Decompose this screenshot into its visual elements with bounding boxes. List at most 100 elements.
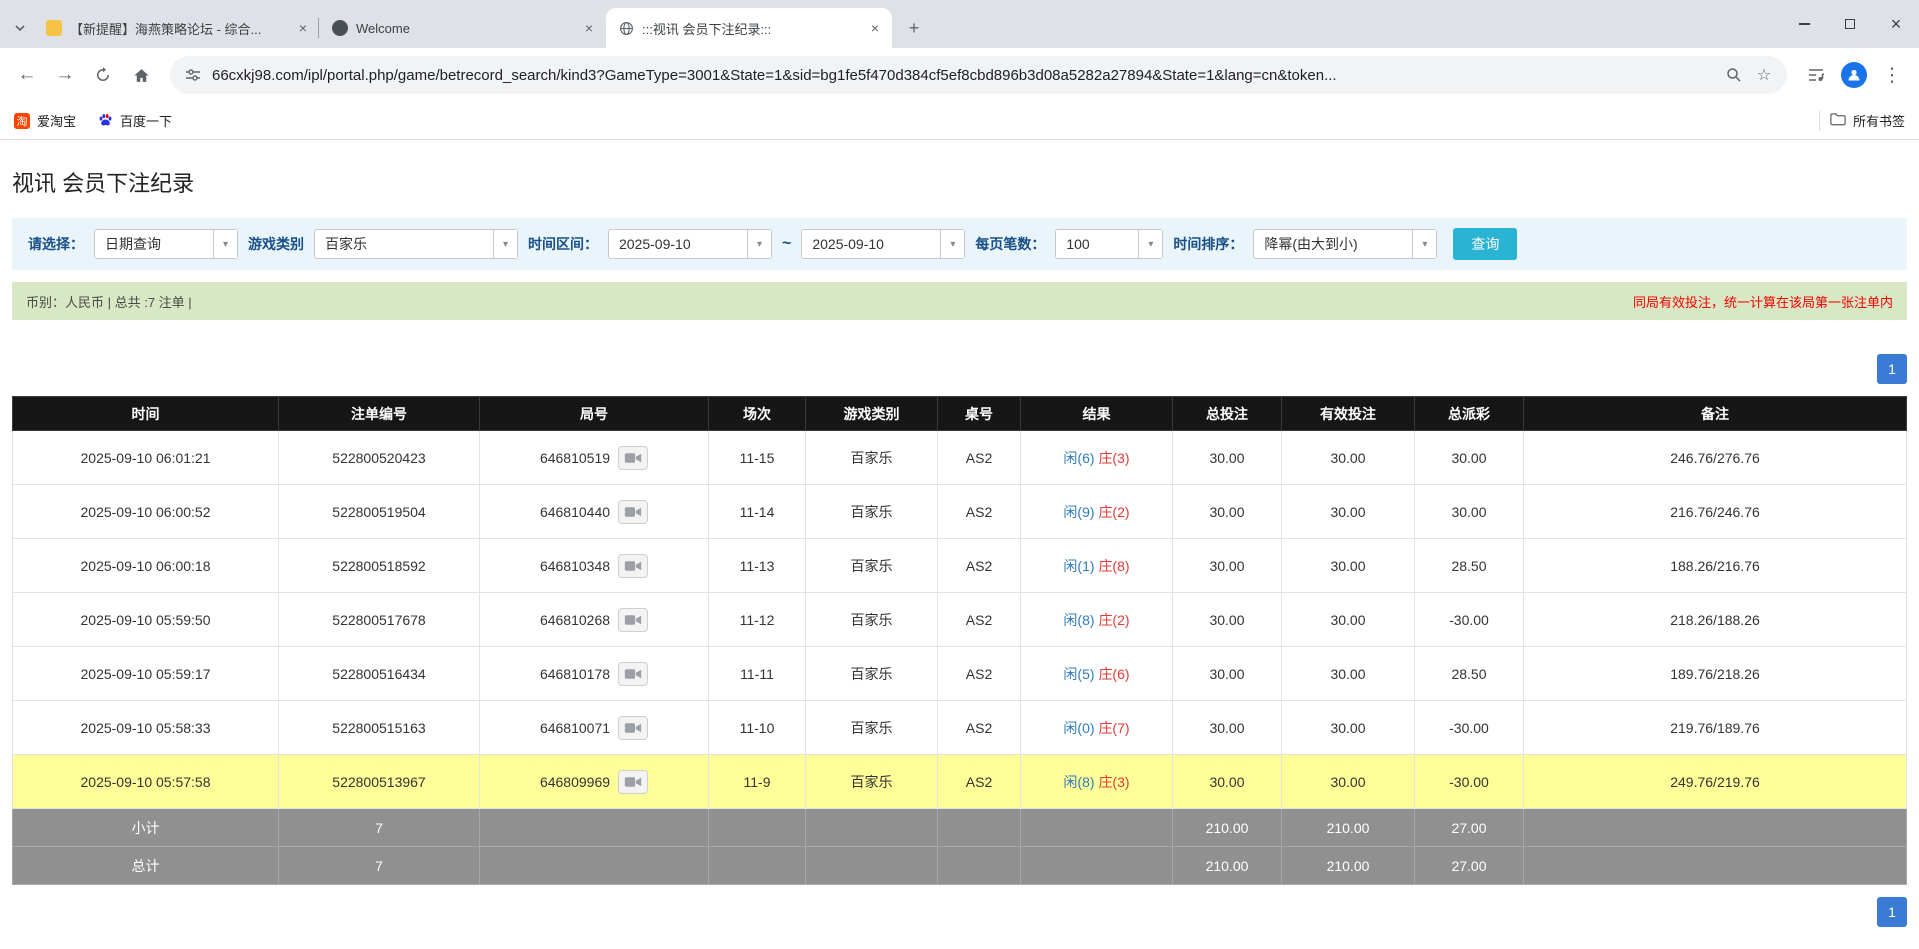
- total-payout: 27.00: [1415, 847, 1524, 885]
- tab-close-icon[interactable]: ×: [580, 19, 598, 37]
- close-button[interactable]: ×: [1873, 0, 1919, 48]
- chevron-down-icon[interactable]: ▾: [1412, 230, 1436, 258]
- replay-button[interactable]: [618, 662, 648, 686]
- subtotal-payout: 27.00: [1415, 809, 1524, 847]
- col-header: 局号: [480, 397, 709, 431]
- round-number: 646810519: [540, 450, 610, 466]
- cell-round: 646810348: [480, 539, 709, 593]
- cell-valid-bet: 30.00: [1282, 701, 1415, 755]
- table-row-highlighted[interactable]: 2025-09-10 05:57:58 522800513967 6468099…: [13, 755, 1907, 809]
- replay-button[interactable]: [618, 770, 648, 794]
- video-replay-icon: [624, 668, 642, 680]
- sort-select[interactable]: 降幂(由大到小) ▾: [1253, 229, 1437, 259]
- profile-avatar[interactable]: [1837, 58, 1871, 92]
- media-controls-icon[interactable]: [1799, 58, 1833, 92]
- chevron-down-icon[interactable]: ▾: [940, 230, 964, 258]
- tab-close-icon[interactable]: ×: [866, 19, 884, 37]
- tab-forum[interactable]: 【新提醒】海燕策略论坛 - 综合... ×: [34, 8, 320, 48]
- video-replay-icon: [624, 506, 642, 518]
- game-type-select[interactable]: 百家乐 ▾: [314, 229, 518, 259]
- tab-welcome[interactable]: Welcome ×: [320, 8, 606, 48]
- table-row[interactable]: 2025-09-10 05:59:50 522800517678 6468102…: [13, 593, 1907, 647]
- cell-time: 2025-09-10 05:57:58: [13, 755, 279, 809]
- cell-result: 闲(1) 庄(8): [1021, 539, 1173, 593]
- query-type-select[interactable]: 日期查询 ▾: [94, 229, 238, 259]
- per-page-select[interactable]: 100 ▾: [1055, 229, 1163, 259]
- cell-total-bet[interactable]: 30.00: [1173, 755, 1282, 809]
- page-1-button[interactable]: 1: [1877, 897, 1907, 927]
- refresh-button[interactable]: [86, 58, 120, 92]
- result-player: 闲(9): [1063, 504, 1094, 520]
- cell-valid-bet: 30.00: [1282, 431, 1415, 485]
- home-button[interactable]: [124, 58, 158, 92]
- maximize-button[interactable]: [1827, 0, 1873, 48]
- replay-button[interactable]: [618, 608, 648, 632]
- cell-note: 249.76/219.76: [1524, 755, 1907, 809]
- minimize-button[interactable]: [1781, 0, 1827, 48]
- cell-game: 百家乐: [806, 593, 938, 647]
- per-page-value: 100: [1056, 230, 1138, 258]
- page-1-button[interactable]: 1: [1877, 354, 1907, 384]
- chevron-down-icon[interactable]: ▾: [747, 230, 771, 258]
- tab-title: :::视讯 会员下注纪录:::: [642, 19, 858, 38]
- cell-table: AS2: [938, 701, 1021, 755]
- cell-total-bet[interactable]: 30.00: [1173, 647, 1282, 701]
- bookmark-aitaobao[interactable]: 淘 爱淘宝: [14, 111, 76, 130]
- replay-button[interactable]: [618, 554, 648, 578]
- replay-button[interactable]: [618, 716, 648, 740]
- tab-close-icon[interactable]: ×: [294, 19, 312, 37]
- date-start-select[interactable]: 2025-09-10 ▾: [608, 229, 772, 259]
- url-text[interactable]: 66cxkj98.com/ipl/portal.php/game/betreco…: [212, 67, 1715, 84]
- cell-total-bet[interactable]: 30.00: [1173, 431, 1282, 485]
- cell-total-bet[interactable]: 30.00: [1173, 701, 1282, 755]
- zoom-icon[interactable]: [1723, 64, 1745, 86]
- subtotal-count: 7: [279, 809, 480, 847]
- video-replay-icon: [624, 722, 642, 734]
- tab-list-chevron-icon[interactable]: [6, 8, 34, 48]
- chevron-down-icon[interactable]: ▾: [213, 230, 237, 258]
- sort-label: 时间排序：: [1173, 234, 1243, 254]
- table-row[interactable]: 2025-09-10 06:00:52 522800519504 6468104…: [13, 485, 1907, 539]
- all-bookmarks-button[interactable]: 所有书签: [1830, 111, 1905, 130]
- table-row[interactable]: 2025-09-10 05:59:17 522800516434 6468101…: [13, 647, 1907, 701]
- total-total-bet: 210.00: [1173, 847, 1282, 885]
- chevron-down-icon[interactable]: ▾: [493, 230, 517, 258]
- url-bar[interactable]: 66cxkj98.com/ipl/portal.php/game/betreco…: [170, 56, 1787, 94]
- cell-table: AS2: [938, 431, 1021, 485]
- cell-total-bet[interactable]: 30.00: [1173, 593, 1282, 647]
- tab-strip: 【新提醒】海燕策略论坛 - 综合... × Welcome × :::视讯 会员…: [0, 0, 1919, 48]
- bookmark-star-icon[interactable]: ☆: [1753, 64, 1775, 86]
- new-tab-button[interactable]: +: [900, 14, 928, 42]
- per-page-label: 每页笔数：: [975, 234, 1045, 254]
- cell-total-bet[interactable]: 30.00: [1173, 539, 1282, 593]
- cell-payout: 30.00: [1415, 431, 1524, 485]
- all-bookmarks-label: 所有书签: [1853, 111, 1905, 130]
- site-info-icon[interactable]: [182, 64, 204, 86]
- menu-kebab-icon[interactable]: ⋮: [1875, 58, 1909, 92]
- cell-table: AS2: [938, 647, 1021, 701]
- bookmark-baidu[interactable]: 百度一下: [98, 111, 172, 130]
- table-row[interactable]: 2025-09-10 06:00:18 522800518592 6468103…: [13, 539, 1907, 593]
- subtotal-row: 小计 7 210.00 210.00 27.00: [13, 809, 1907, 847]
- table-row[interactable]: 2025-09-10 05:58:33 522800515163 6468100…: [13, 701, 1907, 755]
- table-row[interactable]: 2025-09-10 06:01:21 522800520423 6468105…: [13, 431, 1907, 485]
- replay-button[interactable]: [618, 500, 648, 524]
- cell-valid-bet: 30.00: [1282, 647, 1415, 701]
- cell-round: 646810519: [480, 431, 709, 485]
- cell-session: 11-15: [709, 431, 806, 485]
- search-button[interactable]: 查询: [1453, 228, 1517, 260]
- cell-time: 2025-09-10 06:00:18: [13, 539, 279, 593]
- date-end-select[interactable]: 2025-09-10 ▾: [801, 229, 965, 259]
- cell-time: 2025-09-10 06:01:21: [13, 431, 279, 485]
- back-button[interactable]: ←: [10, 58, 44, 92]
- replay-button[interactable]: [618, 446, 648, 470]
- tab-betrecord[interactable]: :::视讯 会员下注纪录::: ×: [606, 8, 892, 48]
- cell-payout: 30.00: [1415, 485, 1524, 539]
- result-banker: 庄(3): [1098, 774, 1129, 790]
- cell-bet-no: 522800518592: [279, 539, 480, 593]
- chevron-down-icon[interactable]: ▾: [1138, 230, 1162, 258]
- forward-button[interactable]: →: [48, 58, 82, 92]
- cell-total-bet[interactable]: 30.00: [1173, 485, 1282, 539]
- range-separator: ~: [782, 235, 791, 253]
- cell-result: 闲(6) 庄(3): [1021, 431, 1173, 485]
